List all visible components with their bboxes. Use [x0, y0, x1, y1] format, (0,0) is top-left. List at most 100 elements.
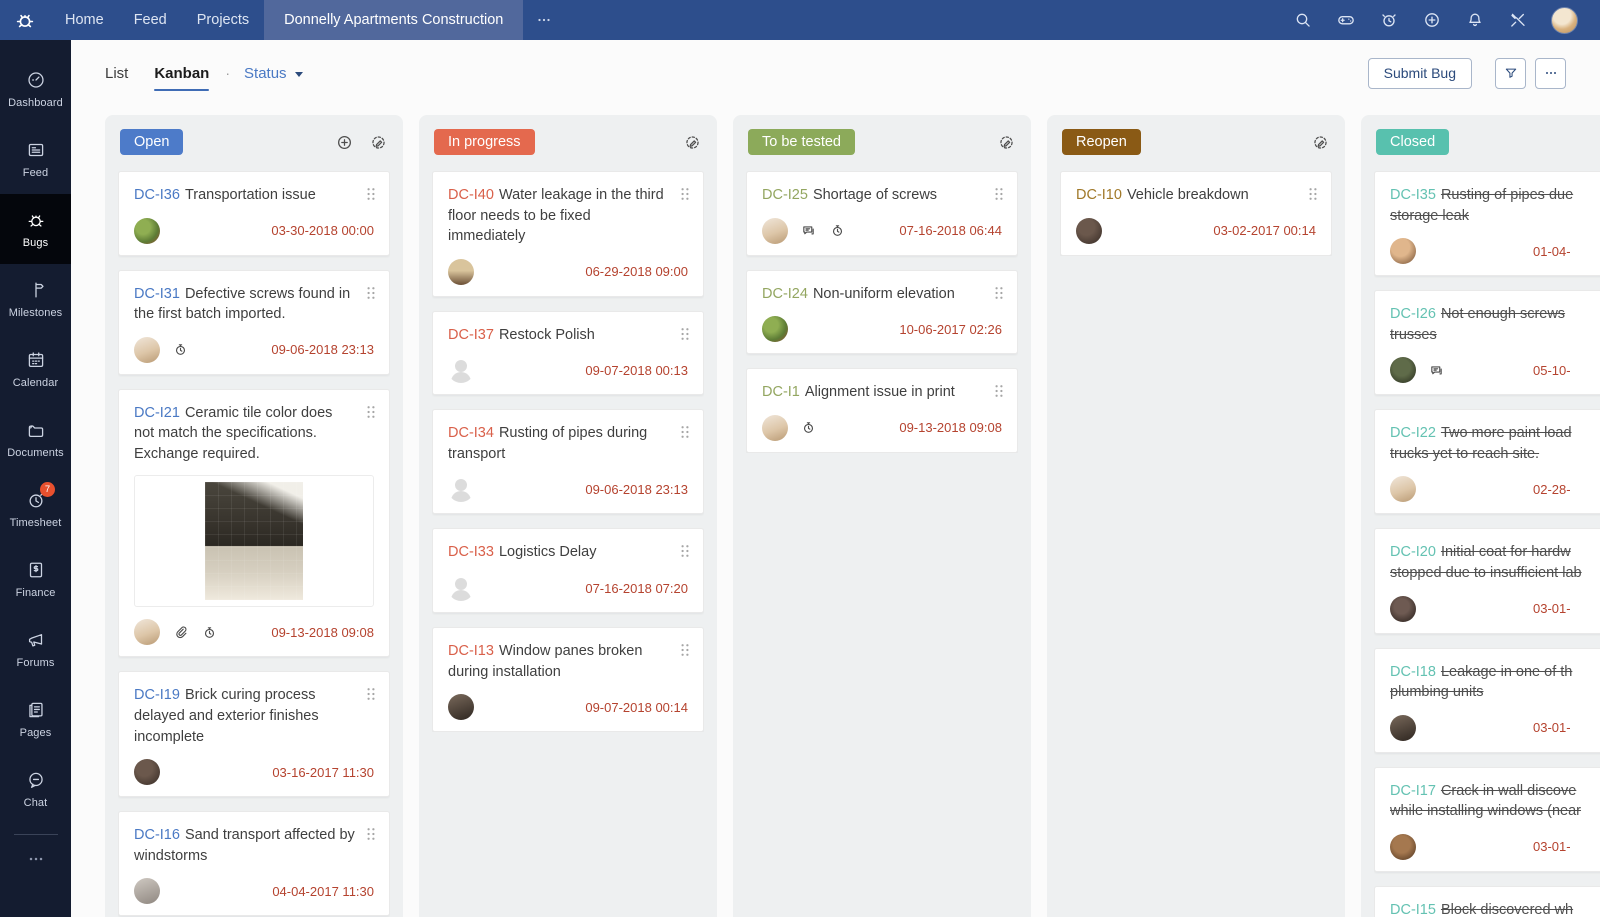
bug-id-link[interactable]: DC-I26	[1390, 306, 1436, 322]
bug-card[interactable]: DC-I15 Block discovered wh	[1374, 885, 1600, 917]
bug-card[interactable]: DC-I33 Logistics Delay 07-16-2018 07:20	[432, 528, 704, 614]
pages-icon	[25, 699, 47, 721]
view-tab-list[interactable]: List	[105, 65, 128, 82]
bug-title: Restock Polish	[498, 326, 595, 343]
bug-card[interactable]: DC-I36 Transportation issue 03-30-2018 00:…	[118, 171, 390, 256]
nav-tab-home[interactable]: Home	[50, 0, 119, 40]
sidebar-item-timesheet[interactable]: 7 Timesheet	[0, 474, 71, 544]
bug-card[interactable]: DC-I40 Water leakage in the third floor n…	[432, 171, 704, 297]
bug-id-link[interactable]: DC-I10	[1076, 187, 1122, 203]
bug-card[interactable]: DC-I37 Restock Polish 09-07-2018 00:13	[432, 310, 704, 396]
bug-id-link[interactable]: DC-I40	[448, 187, 494, 203]
alarm-icon[interactable]	[1379, 10, 1399, 30]
bug-card[interactable]: DC-I26 Not enough screws trusses 05-10-	[1374, 290, 1600, 396]
bug-card[interactable]: DC-I17 Crack in wall discove while instal…	[1374, 766, 1600, 872]
drag-handle-icon[interactable]	[992, 186, 1006, 209]
bug-id-link[interactable]: DC-I1	[762, 384, 800, 400]
drag-handle-icon[interactable]	[678, 642, 692, 665]
sidebar-more[interactable]	[0, 839, 71, 879]
bug-id-link[interactable]: DC-I35	[1390, 187, 1436, 203]
bug-card[interactable]: DC-I24 Non-uniform elevation 10-06-2017 02…	[746, 269, 1018, 355]
sidebar-item-documents[interactable]: Documents	[0, 404, 71, 474]
bug-card[interactable]: DC-I10 Vehicle breakdown 03-02-2017 00:14	[1060, 171, 1332, 256]
bug-card[interactable]: DC-I21 Ceramic tile color does not match …	[118, 388, 390, 658]
bug-id-link[interactable]: DC-I21	[134, 405, 180, 421]
drag-handle-icon[interactable]	[678, 543, 692, 566]
drag-handle-icon[interactable]	[364, 285, 378, 308]
bug-id-link[interactable]: DC-I15	[1390, 902, 1436, 917]
bug-id-link[interactable]: DC-I36	[134, 187, 180, 203]
calendar-icon	[25, 349, 47, 371]
bug-card[interactable]: DC-I35 Rusting of pipes due storage leak 0…	[1374, 171, 1600, 277]
group-by-select[interactable]: Status	[244, 65, 303, 82]
bug-id-link[interactable]: DC-I25	[762, 187, 808, 203]
search-icon[interactable]	[1293, 10, 1313, 30]
bug-card[interactable]: DC-I22 Two more paint load trucks yet to …	[1374, 409, 1600, 515]
bug-card[interactable]: DC-I13 Window panes broken during install…	[432, 627, 704, 733]
bug-id-link[interactable]: DC-I16	[134, 827, 180, 843]
sidebar-item-finance[interactable]: Finance	[0, 544, 71, 614]
drag-handle-icon[interactable]	[1306, 186, 1320, 209]
user-avatar[interactable]	[1551, 6, 1578, 34]
bug-id-link[interactable]: DC-I17	[1390, 783, 1436, 799]
filter-button[interactable]	[1495, 57, 1526, 89]
tools-icon[interactable]	[1508, 10, 1528, 30]
customize-icon[interactable]	[369, 133, 388, 152]
bug-card[interactable]: DC-I20 Initial coat for hardw stopped due…	[1374, 528, 1600, 634]
nav-more-projects[interactable]	[523, 0, 565, 40]
bug-id-link[interactable]: DC-I22	[1390, 425, 1436, 441]
customize-icon[interactable]	[997, 133, 1016, 152]
bug-due-date: 03-30-2018 00:00	[271, 223, 374, 239]
drag-handle-icon[interactable]	[678, 186, 692, 209]
bug-id-link[interactable]: DC-I19	[134, 687, 180, 703]
sidebar-item-chat[interactable]: Chat	[0, 754, 71, 824]
customize-icon[interactable]	[683, 133, 702, 152]
nav-tab-projects[interactable]: Projects	[182, 0, 264, 40]
bug-id-link[interactable]: DC-I24	[762, 286, 808, 302]
bug-card[interactable]: DC-I31 Defective screws found in the firs…	[118, 269, 390, 375]
drag-handle-icon[interactable]	[364, 826, 378, 849]
sidebar-item-pages[interactable]: Pages	[0, 684, 71, 754]
bug-id-link[interactable]: DC-I37	[448, 327, 494, 343]
bug-id-link[interactable]: DC-I31	[134, 286, 180, 302]
bug-id-link[interactable]: DC-I20	[1390, 544, 1436, 560]
bug-id-link[interactable]: DC-I13	[448, 643, 494, 659]
bug-attachment-preview[interactable]	[134, 475, 374, 608]
sidebar-item-milestones[interactable]: Milestones	[0, 264, 71, 334]
bug-card[interactable]: DC-I25 Shortage of screws 07-16-2018 06:44	[746, 171, 1018, 256]
plus-icon[interactable]	[335, 133, 354, 152]
games-icon[interactable]	[1336, 10, 1356, 30]
nav-tab-feed[interactable]: Feed	[119, 0, 182, 40]
sidebar-item-calendar[interactable]: Calendar	[0, 334, 71, 404]
sidebar-item-bugs[interactable]: Bugs	[0, 194, 71, 264]
bug-card[interactable]: DC-I18 Leakage in one of th plumbing unit…	[1374, 647, 1600, 753]
drag-handle-icon[interactable]	[364, 404, 378, 427]
more-options-button[interactable]	[1535, 57, 1566, 89]
sidebar-item-forums[interactable]: Forums	[0, 614, 71, 684]
bug-id-link[interactable]: DC-I18	[1390, 664, 1436, 680]
bug-card-footer: 03-02-2017 00:14	[1076, 217, 1316, 244]
drag-handle-icon[interactable]	[992, 383, 1006, 406]
drag-handle-icon[interactable]	[678, 424, 692, 447]
bug-id-link[interactable]: DC-I33	[448, 544, 494, 560]
submit-bug-button[interactable]: Submit Bug	[1367, 57, 1472, 89]
drag-handle-icon[interactable]	[992, 285, 1006, 308]
sidebar-item-dashboard[interactable]: Dashboard	[0, 54, 71, 124]
bug-card[interactable]: DC-I16 Sand transport affected by windsto…	[118, 811, 390, 917]
drag-handle-icon[interactable]	[678, 326, 692, 349]
nav-tab-active-project[interactable]: Donnelly Apartments Construction	[264, 0, 524, 40]
bug-title: Block discovered wh	[1440, 901, 1574, 917]
notifications-icon[interactable]	[1465, 10, 1485, 30]
drag-handle-icon[interactable]	[364, 186, 378, 209]
bug-card[interactable]: DC-I34 Rusting of pipes during transport 0…	[432, 409, 704, 515]
bug-card[interactable]: DC-I19 Brick curing process delayed and e…	[118, 671, 390, 798]
column-header: Closed	[1376, 129, 1600, 155]
add-icon[interactable]	[1422, 10, 1442, 30]
sidebar-item-feed[interactable]: Feed	[0, 124, 71, 194]
customize-icon[interactable]	[1311, 133, 1330, 152]
bug-id-link[interactable]: DC-I34	[448, 425, 494, 441]
view-tab-kanban[interactable]: Kanban	[154, 65, 210, 91]
bug-card[interactable]: DC-I1 Alignment issue in print 09-13-2018 …	[746, 368, 1018, 453]
drag-handle-icon[interactable]	[364, 686, 378, 709]
assignee-avatar	[134, 759, 160, 786]
